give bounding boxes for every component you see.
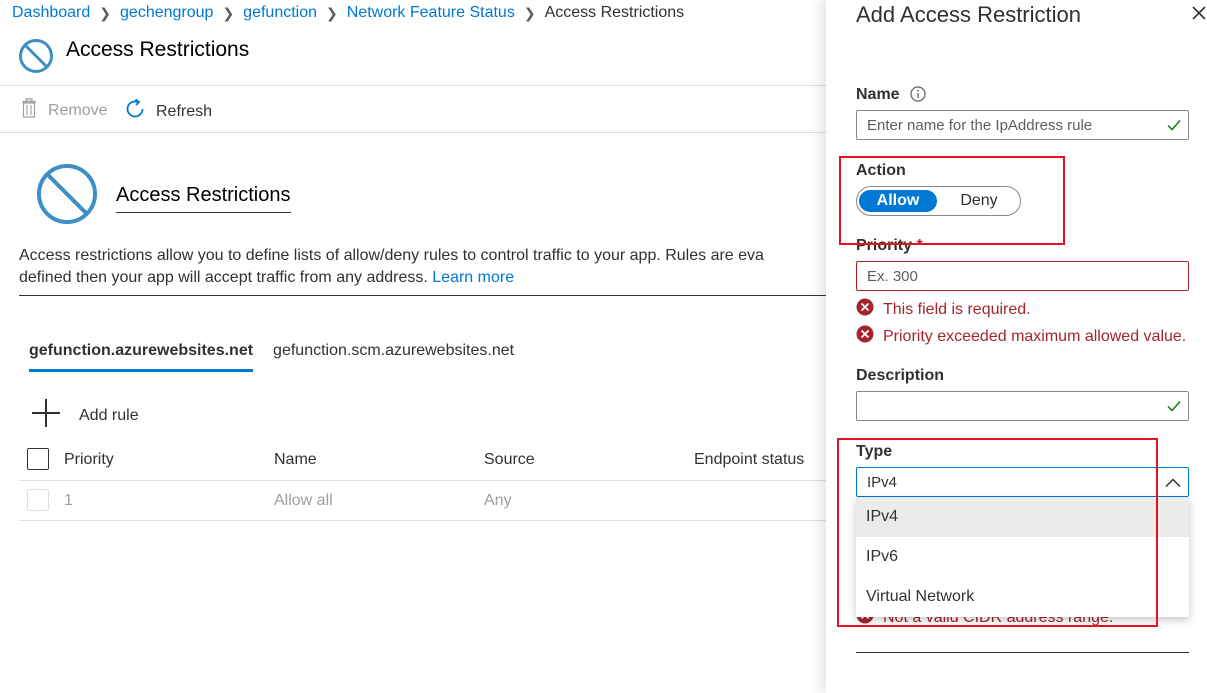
highlight-box-action [839,156,1065,245]
chevron-right-icon: ❯ [523,4,536,21]
column-source[interactable]: Source [484,451,535,469]
priority-field [856,261,1189,291]
description-label: Description [856,367,945,384]
description-input[interactable] [857,392,1157,420]
name-field [856,110,1189,140]
chevron-right-icon: ❯ [99,4,112,21]
priority-input[interactable] [857,262,1157,290]
learn-more-link[interactable]: Learn more [432,269,514,286]
column-endpoint-status[interactable]: Endpoint status [694,451,804,469]
refresh-icon [124,98,146,125]
info-icon[interactable] [910,86,926,107]
divider [19,295,826,296]
divider [856,652,1189,653]
breadcrumb-resource-group[interactable]: gechengroup [120,4,213,22]
name-input[interactable] [857,111,1157,139]
checkmark-icon [1166,117,1182,138]
breadcrumb-current: Access Restrictions [544,4,685,21]
tab-main-site[interactable]: gefunction.azurewebsites.net [29,342,254,372]
remove-label: Remove [48,101,108,119]
refresh-label: Refresh [156,102,213,120]
site-tabs: gefunction.azurewebsites.net gefunction.… [29,342,534,372]
column-priority[interactable]: Priority [64,451,114,469]
row-priority: 1 [64,492,73,509]
panel-title: Add Access Restriction [856,2,1081,27]
command-bar: Remove Refresh [0,86,826,133]
breadcrumb: Dashboard ❯ gechengroup ❯ gefunction ❯ N… [12,4,684,22]
priority-error-required: This field is required. [856,298,1031,321]
page-title: Access Restrictions [66,38,250,61]
table-row[interactable]: 1 Allow all Any [19,481,826,521]
description-field [856,391,1189,421]
highlight-box-type [837,438,1158,627]
error-text: Priority exceeded maximum allowed value. [883,327,1187,345]
chevron-up-icon [1164,474,1182,497]
table-header: Priority Name Source Endpoint status [19,440,826,481]
select-all-checkbox[interactable] [27,448,49,470]
row-source: Any [484,492,512,509]
breadcrumb-function-app[interactable]: gefunction [243,4,317,22]
column-name[interactable]: Name [274,451,317,469]
plus-icon [31,398,61,433]
page-header: Access Restrictions [0,30,826,86]
description-line-1: Access restrictions allow you to define … [19,247,764,264]
priority-error-max: Priority exceeded maximum allowed value. [856,325,1186,348]
row-checkbox[interactable] [27,489,49,511]
close-icon[interactable] [1191,5,1207,26]
remove-button[interactable]: Remove [20,98,108,123]
section-description: Access restrictions allow you to define … [19,245,826,289]
refresh-button[interactable]: Refresh [124,98,212,125]
section-title: Access Restrictions [116,184,291,213]
error-icon [856,325,874,348]
add-rule-label: Add rule [79,406,139,424]
tab-scm-site[interactable]: gefunction.scm.azurewebsites.net [273,342,514,372]
name-label: Name [856,86,900,103]
breadcrumb-dashboard[interactable]: Dashboard [12,4,90,22]
add-rule-button[interactable]: Add rule [31,398,139,433]
blocked-icon [18,38,54,79]
row-name: Allow all [274,492,333,509]
blocked-icon [36,163,98,230]
trash-icon [20,98,38,123]
error-text: This field is required. [883,300,1031,318]
error-icon [856,298,874,321]
breadcrumb-network-feature-status[interactable]: Network Feature Status [347,4,515,22]
rules-table: Priority Name Source Endpoint status 1 A… [19,440,826,521]
description-line-2: defined then your app will accept traffi… [19,267,826,289]
chevron-right-icon: ❯ [222,4,235,21]
description-line-2-text: defined then your app will accept traffi… [19,269,428,286]
checkmark-icon [1166,398,1182,419]
chevron-right-icon: ❯ [326,4,338,21]
